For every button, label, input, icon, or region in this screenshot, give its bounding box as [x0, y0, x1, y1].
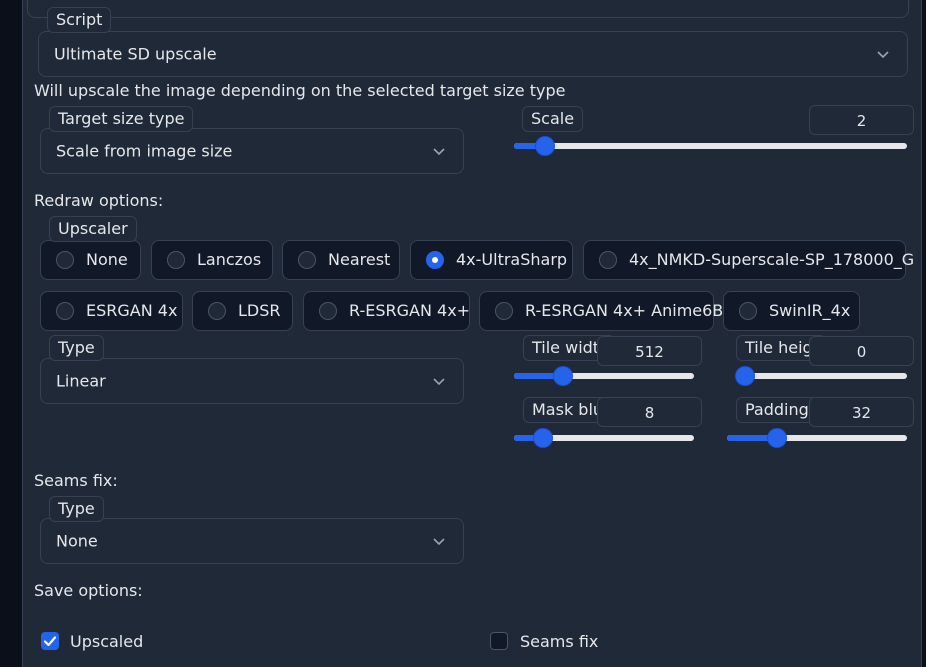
- slider-track: [736, 373, 907, 379]
- save-options-heading: Save options:: [34, 581, 143, 600]
- upscaler-option-label: R-ESRGAN 4x+ Anime6B: [525, 301, 724, 320]
- upscaler-option-label: 4x_NMKD-Superscale-SP_178000_G: [629, 250, 915, 269]
- upscaler-option-lanczos[interactable]: Lanczos: [151, 240, 273, 280]
- upscaler-option-label: None: [86, 250, 128, 269]
- redraw-type-dropdown[interactable]: Linear: [40, 358, 464, 404]
- seams-fix-heading: Seams fix:: [34, 471, 118, 490]
- upscaler-option-nearest[interactable]: Nearest: [282, 240, 400, 280]
- chevron-down-icon: [433, 378, 445, 386]
- script-description: Will upscale the image depending on the …: [34, 81, 566, 100]
- seams-type-label: Type: [49, 496, 104, 522]
- chevron-down-icon: [433, 148, 445, 156]
- upscaler-option-label: ESRGAN 4x: [86, 301, 178, 320]
- padding-number-input[interactable]: 32: [809, 397, 914, 427]
- padding-slider[interactable]: [727, 429, 907, 447]
- redraw-options-heading: Redraw options:: [34, 191, 164, 210]
- chevron-down-icon: [433, 538, 445, 546]
- target-size-label: Target size type: [49, 106, 194, 132]
- radio-circle: [167, 251, 185, 269]
- checkmark-icon: [43, 636, 57, 647]
- slider-track: [514, 143, 907, 149]
- script-label: Script: [47, 7, 112, 33]
- script-value: Ultimate SD upscale: [54, 44, 217, 64]
- upscaler-option-label: Lanczos: [197, 250, 262, 269]
- tile-height-number-input[interactable]: 0: [809, 336, 914, 366]
- slider-thumb[interactable]: [736, 367, 754, 385]
- slider-thumb[interactable]: [533, 429, 552, 447]
- scale-label: Scale: [522, 106, 584, 132]
- upscaler-option-r-esrgan-4x-plus[interactable]: R-ESRGAN 4x+: [303, 291, 470, 331]
- upscaler-option-none[interactable]: None: [40, 240, 141, 280]
- redraw-type-value: Linear: [56, 371, 106, 391]
- scale-slider[interactable]: [514, 137, 907, 155]
- upscaler-option-label: Nearest: [328, 250, 391, 269]
- seams-fix-checkbox-label[interactable]: Seams fix: [520, 632, 598, 651]
- radio-circle: [208, 302, 226, 320]
- upscaled-checkbox[interactable]: [41, 632, 59, 650]
- tile-height-slider[interactable]: [736, 367, 907, 385]
- upscaler-option-4x-ultrasharp[interactable]: 4x-UltraSharp: [410, 240, 573, 280]
- padding-label: Padding: [736, 397, 818, 423]
- upscaler-option-swinir-4x[interactable]: SwinIR_4x: [723, 291, 860, 331]
- seams-fix-checkbox[interactable]: [490, 632, 508, 650]
- seams-type-value: None: [56, 531, 98, 551]
- settings-panel: [22, 0, 922, 667]
- upscaled-checkbox-label[interactable]: Upscaled: [70, 632, 143, 651]
- target-size-dropdown[interactable]: Scale from image size: [40, 128, 464, 174]
- target-size-value: Scale from image size: [56, 141, 233, 161]
- upscaler-option-esrgan-4x[interactable]: ESRGAN 4x: [40, 291, 183, 331]
- tile-width-number-input[interactable]: 512: [597, 336, 702, 366]
- upscaler-option-r-esrgan-4x-plus-anime6b[interactable]: R-ESRGAN 4x+ Anime6B: [479, 291, 723, 331]
- tile-width-slider[interactable]: [514, 367, 694, 385]
- upscaler-option-4x-nmkd-superscale[interactable]: 4x_NMKD-Superscale-SP_178000_G: [583, 240, 914, 280]
- seams-type-dropdown[interactable]: None: [40, 518, 464, 564]
- radio-circle: [56, 302, 74, 320]
- upscaler-option-ldsr[interactable]: LDSR: [192, 291, 293, 331]
- upscaler-option-label: R-ESRGAN 4x+: [349, 301, 471, 320]
- upscaler-label: Upscaler: [49, 216, 137, 242]
- radio-circle: [426, 251, 444, 269]
- script-dropdown[interactable]: Ultimate SD upscale: [38, 31, 908, 77]
- top-panel-edge: [27, 0, 909, 18]
- radio-circle: [298, 251, 316, 269]
- radio-circle: [495, 302, 513, 320]
- mask-blur-slider[interactable]: [514, 429, 694, 447]
- radio-circle: [739, 302, 757, 320]
- slider-thumb[interactable]: [553, 367, 572, 385]
- radio-circle: [319, 302, 337, 320]
- radio-circle: [56, 251, 74, 269]
- radio-circle: [599, 251, 617, 269]
- scale-number-input[interactable]: 2: [809, 105, 914, 135]
- redraw-type-label: Type: [49, 335, 104, 361]
- upscaler-option-label: 4x-UltraSharp: [456, 250, 568, 269]
- mask-blur-number-input[interactable]: 8: [597, 397, 702, 427]
- slider-thumb[interactable]: [536, 137, 555, 155]
- upscaler-option-label: SwinIR_4x: [769, 301, 851, 320]
- chevron-down-icon: [877, 51, 889, 59]
- upscaler-option-label: LDSR: [238, 301, 281, 320]
- slider-thumb[interactable]: [768, 429, 787, 447]
